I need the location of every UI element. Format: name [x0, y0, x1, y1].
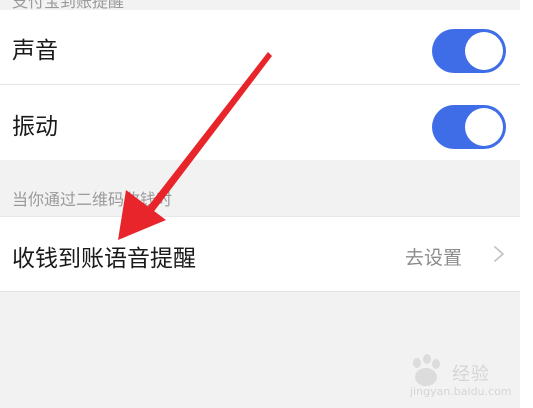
sound-label: 声音	[12, 38, 58, 64]
vibration-toggle[interactable]	[432, 105, 506, 149]
vibration-label: 振动	[12, 114, 58, 140]
sound-toggle[interactable]	[432, 29, 506, 73]
go-settings-link[interactable]: 去设置	[405, 243, 462, 270]
vibration-toggle-knob	[465, 108, 503, 146]
voice-reminder-label: 收钱到账语音提醒	[12, 246, 196, 272]
settings-screen: 支付宝到账提醒 声音 振动 当你通过二维码收钱时 收钱到账语音提醒 去设置	[0, 0, 520, 408]
vibration-setting-row[interactable]: 振动	[0, 86, 520, 160]
notification-settings-group: 声音 振动	[0, 10, 520, 160]
chevron-right-icon	[494, 246, 504, 262]
top-section-caption: 支付宝到账提醒	[12, 0, 125, 10]
watermark-url: jingyan.baidu.com	[410, 385, 512, 398]
sound-setting-row[interactable]: 声音	[0, 10, 520, 85]
right-margin	[520, 0, 533, 408]
sound-toggle-knob	[465, 32, 503, 70]
qr-section-caption: 当你通过二维码收钱时	[12, 190, 173, 209]
top-section-caption-strip: 支付宝到账提醒	[0, 0, 520, 10]
row-divider	[0, 84, 520, 85]
voice-reminder-row[interactable]: 收钱到账语音提醒 去设置	[0, 216, 520, 292]
watermark-text: 经验	[452, 364, 490, 385]
